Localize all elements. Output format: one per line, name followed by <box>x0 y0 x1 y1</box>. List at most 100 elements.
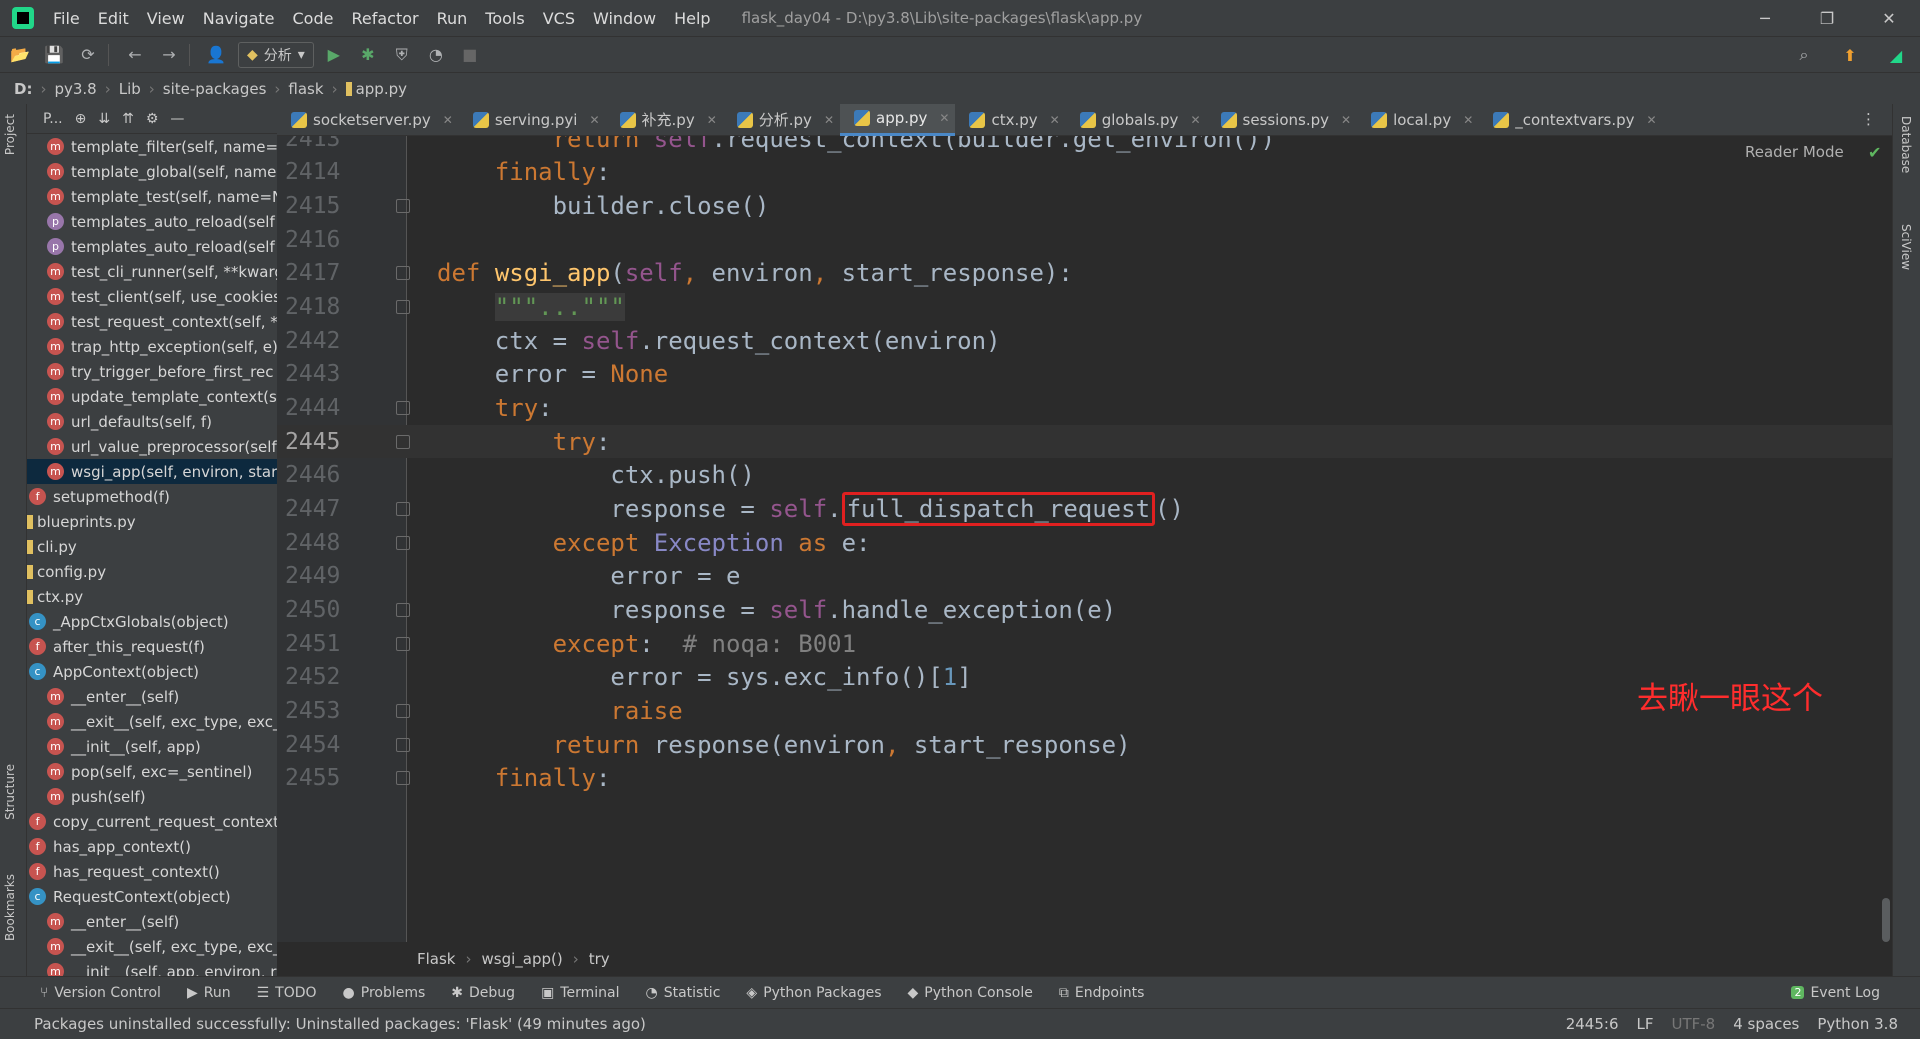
editor-breadcrumb-item[interactable]: Flask <box>417 950 456 968</box>
tree-item[interactable]: p templates_auto_reload(self <box>27 209 277 234</box>
menu-vcs[interactable]: VCS <box>534 9 584 28</box>
run-icon[interactable]: ▶ <box>320 41 348 69</box>
tree-item[interactable]: m test_client(self, use_cookies <box>27 284 277 309</box>
caret-position[interactable]: 2445:6 <box>1566 1015 1619 1033</box>
jetbrains-icon[interactable]: ◢ <box>1882 41 1910 69</box>
tool-window-statistic[interactable]: ◔ Statistic <box>645 985 720 1001</box>
tree-item[interactable]: cli.py <box>27 534 277 559</box>
fold-marker-icon[interactable] <box>396 703 410 718</box>
save-icon[interactable]: 💾 <box>40 41 68 69</box>
breadcrumb-item[interactable]: site-packages <box>163 80 267 98</box>
indent-setting[interactable]: 4 spaces <box>1733 1015 1799 1033</box>
close-icon[interactable]: ✕ <box>1050 113 1060 127</box>
tab-globals-py[interactable]: globals.py ✕ <box>1066 104 1207 136</box>
debug-icon[interactable]: ✱ <box>354 41 382 69</box>
code-line[interactable]: 2442 ctx = self.request_context(environ) <box>277 324 1892 358</box>
tree-item[interactable]: blueprints.py <box>27 509 277 534</box>
expand-all-icon[interactable]: ⇊ <box>98 111 110 127</box>
breadcrumb-item[interactable]: flask <box>288 80 323 98</box>
tool-window-run[interactable]: ▶ Run <box>187 985 231 1001</box>
tree-item[interactable]: ctx.py <box>27 584 277 609</box>
tab-app-py[interactable]: app.py ✕ <box>840 103 956 136</box>
stop-icon[interactable]: ■ <box>456 41 484 69</box>
fold-marker-icon[interactable] <box>396 199 410 214</box>
tree-item[interactable]: m __enter__(self) <box>27 684 277 709</box>
tab-local-py[interactable]: local.py ✕ <box>1357 104 1479 136</box>
restore-icon[interactable]: ❐ <box>1796 0 1858 36</box>
fold-marker-icon[interactable] <box>396 501 410 516</box>
tool-window-endpoints[interactable]: ⧉ Endpoints <box>1059 985 1145 1001</box>
sync-icon[interactable]: ⟳ <box>74 41 102 69</box>
tree-item[interactable]: f has_app_context() <box>27 834 277 859</box>
tree-item[interactable]: f has_request_context() <box>27 859 277 884</box>
open-folder-icon[interactable]: 📂 <box>6 41 34 69</box>
tab-sessions-py[interactable]: sessions.py ✕ <box>1207 104 1358 136</box>
tab--py[interactable]: 分析.py ✕ <box>723 104 840 136</box>
user-icon[interactable]: 👤 <box>202 41 230 69</box>
close-icon[interactable]: ✕ <box>589 113 599 127</box>
tool-window-python-packages[interactable]: ◈ Python Packages <box>746 985 881 1001</box>
tab-serving-pyi[interactable]: serving.pyi ✕ <box>459 104 606 136</box>
menu-help[interactable]: Help <box>665 9 719 28</box>
tool-window-python-console[interactable]: ◆ Python Console <box>908 985 1033 1001</box>
fold-marker-icon[interactable] <box>396 535 410 550</box>
sciview-tool-tab[interactable]: SciView <box>1899 224 1913 270</box>
tree-item[interactable]: m template_test(self, name=N <box>27 184 277 209</box>
tree-item[interactable]: m push(self) <box>27 784 277 809</box>
tree-item[interactable]: m __init__(self, app) <box>27 734 277 759</box>
gear-icon[interactable]: ⚙ <box>146 111 159 127</box>
close-icon[interactable]: ✕ <box>1463 113 1473 127</box>
tree-item[interactable]: m trap_http_exception(self, e) <box>27 334 277 359</box>
tree-item[interactable]: f setupmethod(f) <box>27 484 277 509</box>
tree-item[interactable]: m url_defaults(self, f) <box>27 409 277 434</box>
close-icon[interactable]: ✕ <box>707 113 717 127</box>
bookmarks-tool-tab[interactable]: Bookmarks <box>3 874 17 941</box>
search-icon[interactable]: ⌕ <box>1790 41 1818 69</box>
close-icon[interactable]: ✕ <box>443 113 453 127</box>
run-config-select[interactable]: ◆ 分析 ▾ <box>238 41 314 68</box>
tab-_contextvars-py[interactable]: _contextvars.py ✕ <box>1479 104 1662 136</box>
back-icon[interactable]: ← <box>121 41 149 69</box>
file-encoding[interactable]: UTF-8 <box>1672 1015 1716 1033</box>
update-icon[interactable]: ⬆ <box>1836 41 1864 69</box>
code-line[interactable]: 2445 try: <box>277 424 1892 459</box>
code-line[interactable]: 2446 ctx.push() <box>277 459 1892 493</box>
tree-item[interactable]: config.py <box>27 559 277 584</box>
fold-marker-icon[interactable] <box>396 401 410 415</box>
coverage-icon[interactable]: ⛨ <box>388 41 416 69</box>
code-editor[interactable]: 2413 return self.request_context(builder… <box>277 136 1892 942</box>
tab--py[interactable]: 补充.py ✕ <box>606 104 723 136</box>
tool-window-problems[interactable]: ● Problems <box>343 985 426 1001</box>
breadcrumb-item[interactable]: Lib <box>119 80 141 98</box>
close-icon[interactable]: ✕ <box>1341 113 1351 127</box>
breadcrumb-item[interactable]: app.py <box>356 80 407 98</box>
profile-icon[interactable]: ◔ <box>422 41 450 69</box>
tool-window-debug[interactable]: ✱ Debug <box>451 985 515 1001</box>
fold-marker-icon[interactable] <box>396 771 410 786</box>
editor-breadcrumb-item[interactable]: try <box>589 950 610 968</box>
menu-refactor[interactable]: Refactor <box>342 9 427 28</box>
fold-marker-icon[interactable] <box>396 602 410 617</box>
editor-breadcrumb-item[interactable]: wsgi_app() <box>482 950 563 968</box>
hide-icon[interactable]: — <box>170 111 184 127</box>
code-line[interactable]: 2447 response = self. full_dispatch_reque… <box>277 491 1892 526</box>
tree-item[interactable]: m __exit__(self, exc_type, exc_ <box>27 934 277 959</box>
code-line[interactable]: 2415 builder.close() <box>277 189 1892 223</box>
code-line[interactable]: 2455 finally: <box>277 761 1892 795</box>
tree-item[interactable]: m test_request_context(self, * <box>27 309 277 334</box>
tree-item[interactable]: m wsgi_app(self, environ, star <box>27 459 277 484</box>
tree-item[interactable]: m url_value_preprocessor(self <box>27 434 277 459</box>
minimize-icon[interactable]: ─ <box>1734 0 1796 36</box>
close-icon[interactable]: ✕ <box>1858 0 1920 36</box>
event-log-button[interactable]: 2 Event Log <box>1791 985 1880 1001</box>
reader-mode-button[interactable]: Reader Mode <box>1745 143 1844 161</box>
inspection-ok-icon[interactable]: ✔ <box>1868 143 1881 162</box>
tool-window-version-control[interactable]: ⑂ Version Control <box>40 985 161 1001</box>
code-line[interactable]: 2444 try: <box>277 391 1892 425</box>
breadcrumb-item[interactable]: D: <box>14 80 32 98</box>
fold-marker-icon[interactable] <box>396 300 410 315</box>
menu-file[interactable]: File <box>44 9 89 28</box>
database-tool-tab[interactable]: Database <box>1899 116 1913 173</box>
tree-item[interactable]: m test_cli_runner(self, **kwarg <box>27 259 277 284</box>
menu-run[interactable]: Run <box>428 9 477 28</box>
